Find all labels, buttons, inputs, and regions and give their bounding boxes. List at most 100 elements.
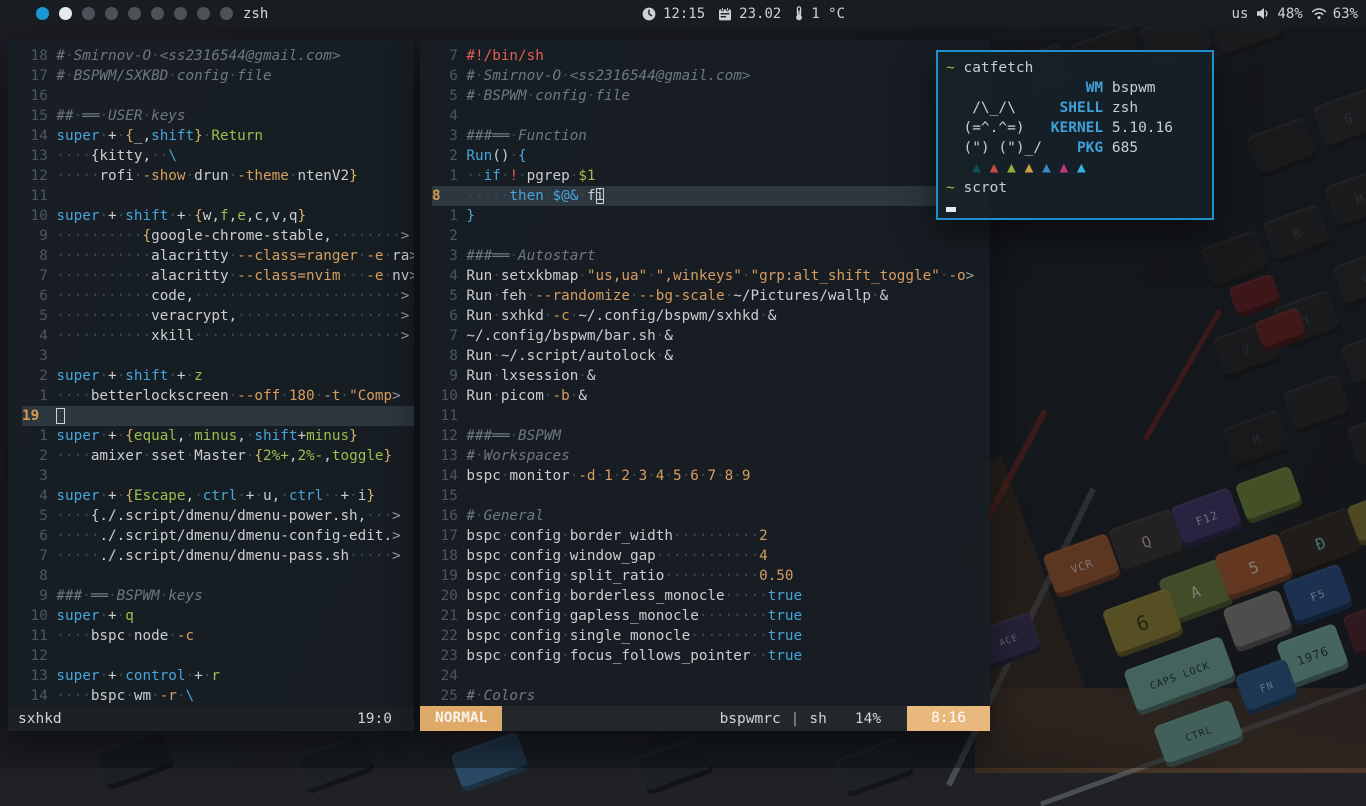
line-number: 9 <box>22 226 48 246</box>
code-line: 16#·General <box>432 506 990 526</box>
code-line: 14super·+·{_,shift}·Return <box>22 126 414 146</box>
code-line: 10Run·picom·-b·& <box>432 386 990 406</box>
temperature-text: 1 °C <box>811 6 845 22</box>
code-line: 6Run·sxhkd·-c·~/.config/bspwm/sxhkd·& <box>432 306 990 326</box>
line-number: 7 <box>432 326 458 346</box>
workspace-dot-empty[interactable] <box>105 7 118 20</box>
line-number: 1 <box>432 166 458 186</box>
terminal-line: /\_/\ SHELL zsh <box>946 98 1212 118</box>
code-line: 25#·Colors <box>432 686 990 706</box>
code-line: 4super·+·{Escape,·ctrl·+·u,·ctrl··+·i} <box>22 486 414 506</box>
editor-buffer: 18#·Smirnov-O·<ss2316544@gmail.com>17#·B… <box>8 40 414 706</box>
workspace-dot-empty[interactable] <box>197 7 210 20</box>
line-number: 9 <box>22 586 48 606</box>
code-line: 1··if·!·pgrep·$1 <box>432 166 990 186</box>
volume-module[interactable]: 48% <box>1256 6 1302 22</box>
line-number: 11 <box>22 186 48 206</box>
line-number: 6 <box>432 306 458 326</box>
line-number: 11 <box>22 626 48 646</box>
workspace-dot-occupied[interactable] <box>59 7 72 20</box>
code-line: 15##·══·USER·keys <box>22 106 414 126</box>
code-line: 2Run()·{ <box>432 146 990 166</box>
statusline-filename: bspwmrc <box>720 711 781 727</box>
code-line: 12·····rofi·-show·drun·-theme·ntenV2} <box>22 166 414 186</box>
terminal-line: ~ catfetch <box>946 58 1212 78</box>
network-module[interactable]: 63% <box>1311 6 1358 22</box>
volume-text: 48% <box>1277 6 1302 22</box>
line-number: 3 <box>432 246 458 266</box>
code-line: 18#·Smirnov-O·<ss2316544@gmail.com> <box>22 46 414 66</box>
code-line: 8 <box>22 566 414 586</box>
workspace-dot-empty[interactable] <box>220 7 233 20</box>
code-line: 5····{./.script/dmenu/dmenu-power.sh,···… <box>22 506 414 526</box>
code-line: 22bspc·config·single_monocle·········tru… <box>432 626 990 646</box>
line-number: 24 <box>432 666 458 686</box>
date-text: 23.02 <box>739 6 781 22</box>
code-line: 10super·+·shift·+·{w,f,e,c,v,q} <box>22 206 414 226</box>
workspace-dot-focused[interactable] <box>36 7 49 20</box>
code-line: 12###══·BSPWM <box>432 426 990 446</box>
bar-center-module: 12:15 23.02 1 °C <box>642 0 845 27</box>
code-line: 23bspc·config·focus_follows_pointer··tru… <box>432 646 990 666</box>
code-line: 13super·+·control·+·r <box>22 666 414 686</box>
code-line: 1····betterlockscreen·--off·180·-t·"Comp… <box>22 386 414 406</box>
code-line: 18bspc·config·window_gap············4 <box>432 546 990 566</box>
calendar-icon <box>718 7 732 21</box>
workspace-dot-empty[interactable] <box>82 7 95 20</box>
network-text: 63% <box>1333 6 1358 22</box>
code-line: 24 <box>432 666 990 686</box>
line-number: 11 <box>432 406 458 426</box>
line-number: 14 <box>22 686 48 706</box>
line-number: 12 <box>432 426 458 446</box>
line-number: 21 <box>432 606 458 626</box>
terminal-line: ▲ ▲ ▲ ▲ ▲ ▲ ▲ <box>946 158 1212 178</box>
line-number: 5 <box>22 306 48 326</box>
code-line: 2super·+·shift·+·z <box>22 366 414 386</box>
code-line: 17bspc·config·border_width··········2 <box>432 526 990 546</box>
clock-icon <box>642 7 656 21</box>
code-line: 7···········alacritty·--class=nvim···-e·… <box>22 266 414 286</box>
line-number: 23 <box>432 646 458 666</box>
vim-mode-badge: NORMAL <box>420 706 502 731</box>
line-number: 1 <box>22 426 48 446</box>
code-line: 8·····then·$@&·fi <box>432 186 990 206</box>
line-number: 19 <box>22 406 48 426</box>
line-number: 25 <box>432 686 458 706</box>
editor-window-sxhkd[interactable]: 18#·Smirnov-O·<ss2316544@gmail.com>17#·B… <box>8 40 414 731</box>
focused-window-title: zsh <box>243 6 268 22</box>
line-number: 2 <box>432 146 458 166</box>
code-line: 12 <box>22 646 414 666</box>
code-line: 20bspc·config·borderless_monocle·····tru… <box>432 586 990 606</box>
workspace-dot-empty[interactable] <box>128 7 141 20</box>
terminal-output: ~ catfetch WM bspwm /\_/\ SHELL zsh (=^.… <box>946 58 1212 218</box>
line-number: 14 <box>432 466 458 486</box>
code-line: 1super·+·{equal,·minus,·shift+minus} <box>22 426 414 446</box>
workspace-dot-empty[interactable] <box>174 7 187 20</box>
code-line: 6···········code,·······················… <box>22 286 414 306</box>
statusline-separator: | <box>791 711 800 727</box>
code-line: 13····{kitty,··\ <box>22 146 414 166</box>
code-line: 10super·+·q <box>22 606 414 626</box>
code-line: 7·····./.script/dmenu/dmenu-pass.sh·····… <box>22 546 414 566</box>
code-line: 7~/.config/bspwm/bar.sh·& <box>432 326 990 346</box>
terminal-window[interactable]: ~ catfetch WM bspwm /\_/\ SHELL zsh (=^.… <box>936 50 1214 220</box>
statusline-left: sxhkd 19:0 <box>8 706 414 731</box>
line-number: 8 <box>22 246 48 266</box>
line-number: 18 <box>432 546 458 566</box>
line-number: 16 <box>432 506 458 526</box>
code-line: 7#!/bin/sh <box>432 46 990 66</box>
line-number: 8 <box>22 566 48 586</box>
wifi-icon <box>1311 7 1327 20</box>
line-number: 4 <box>432 106 458 126</box>
keyboard-layout[interactable]: us <box>1232 6 1249 22</box>
line-number: 7 <box>22 266 48 286</box>
code-line: 3###══·Autostart <box>432 246 990 266</box>
clock-text: 12:15 <box>663 6 705 22</box>
code-line: 9Run·lxsession·& <box>432 366 990 386</box>
workspace-dot-empty[interactable] <box>151 7 164 20</box>
editor-window-bspwmrc[interactable]: 7#!/bin/sh6#·Smirnov-O·<ss2316544@gmail.… <box>420 40 990 731</box>
workspace-indicator <box>36 7 233 20</box>
line-number: 17 <box>432 526 458 546</box>
code-line: 21bspc·config·gapless_monocle········tru… <box>432 606 990 626</box>
code-line: 16 <box>22 86 414 106</box>
